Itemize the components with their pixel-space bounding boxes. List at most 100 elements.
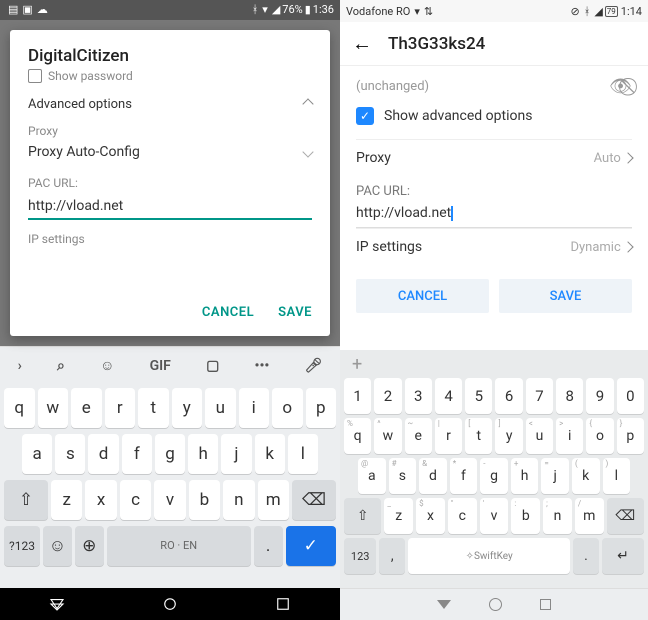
enter-key[interactable]: ↵ [602, 538, 644, 574]
symbols-key[interactable]: 123 [344, 538, 376, 574]
key-t[interactable]: t [138, 388, 169, 428]
mic-icon[interactable]: 🎤︎ [305, 358, 323, 374]
key-l[interactable]: )l [603, 458, 631, 494]
key-2[interactable]: 2 [374, 378, 401, 414]
back-nav-icon[interactable] [48, 595, 66, 613]
key-4[interactable]: 4 [435, 378, 462, 414]
key-w[interactable]: w [38, 388, 69, 428]
key-6[interactable]: 6 [495, 378, 522, 414]
recents-nav-icon[interactable] [274, 595, 292, 613]
key-f[interactable]: *f [450, 458, 478, 494]
search-icon[interactable]: ⌕ [57, 358, 65, 374]
key-5[interactable]: 5 [465, 378, 492, 414]
cancel-button[interactable]: CANCEL [202, 305, 254, 320]
checkbox-icon[interactable] [28, 69, 42, 83]
visibility-off-icon[interactable]: 👁︎⃠ [609, 76, 632, 97]
key-i[interactable]: >i [556, 418, 583, 454]
space-key[interactable]: RO · EN [107, 526, 251, 566]
home-nav-icon[interactable] [489, 598, 502, 611]
key-j[interactable]: j [221, 434, 251, 474]
key-s[interactable]: #s [389, 458, 417, 494]
key-d[interactable]: &d [419, 458, 447, 494]
period-key[interactable]: . [573, 538, 599, 574]
recents-nav-icon[interactable] [540, 599, 551, 610]
space-key[interactable]: ✧ SwiftKey [408, 538, 570, 574]
back-nav-icon[interactable] [437, 600, 451, 609]
enter-key[interactable]: ✓ [286, 526, 336, 566]
key-s[interactable]: s [55, 434, 85, 474]
key-z[interactable]: z [51, 480, 82, 520]
key-r[interactable]: |r [435, 418, 462, 454]
comma-key[interactable]: , [379, 538, 405, 574]
cancel-button[interactable]: CANCEL [356, 279, 489, 313]
backspace-key[interactable]: ⌫ [292, 480, 336, 520]
key-j[interactable]: =j [541, 458, 569, 494]
keyboard-left[interactable]: › ⌕ ☺ GIF ▢ ••• 🎤︎ qwertyuiop asdfghjkl … [0, 346, 340, 588]
checkbox-checked-icon[interactable]: ✓ [356, 107, 374, 125]
key-y[interactable]: ]y [495, 418, 522, 454]
key-q[interactable]: q [4, 388, 35, 428]
more-icon[interactable]: ••• [255, 358, 270, 374]
shift-key[interactable]: ⇧ [344, 498, 381, 534]
key-v[interactable]: v [154, 480, 185, 520]
pac-url-input[interactable]: http://vload.net [356, 203, 632, 228]
key-o[interactable]: o [272, 388, 303, 428]
key-h[interactable]: +h [511, 458, 539, 494]
key-k[interactable]: (k [572, 458, 600, 494]
key-h[interactable]: h [188, 434, 218, 474]
key-p[interactable]: }p [617, 418, 644, 454]
key-t[interactable]: [t [465, 418, 492, 454]
key-8[interactable]: 8 [556, 378, 583, 414]
plus-row[interactable]: + [344, 354, 644, 376]
key-b[interactable]: :b [511, 498, 540, 534]
key-g[interactable]: -g [480, 458, 508, 494]
key-f[interactable]: f [122, 434, 152, 474]
ip-settings-row[interactable]: IP settings Dynamic [356, 228, 632, 265]
key-3[interactable]: 3 [405, 378, 432, 414]
key-w[interactable]: ^w [374, 418, 401, 454]
key-a[interactable]: @a [358, 458, 386, 494]
period-key[interactable]: . [254, 526, 283, 566]
key-u[interactable]: <u [526, 418, 553, 454]
show-advanced-row[interactable]: ✓ Show advanced options [356, 107, 632, 125]
key-z[interactable]: _z [384, 498, 413, 534]
save-button[interactable]: SAVE [278, 305, 312, 320]
key-b[interactable]: b [189, 480, 220, 520]
key-x[interactable]: x [85, 480, 116, 520]
nav-icon[interactable]: › [18, 358, 22, 374]
key-k[interactable]: k [255, 434, 285, 474]
key-e[interactable]: ~e [405, 418, 432, 454]
key-u[interactable]: u [205, 388, 236, 428]
key-0[interactable]: 0 [617, 378, 644, 414]
key-l[interactable]: l [288, 434, 318, 474]
backspace-key[interactable]: ⌫ [607, 498, 644, 534]
sticker-icon[interactable]: ☺ [100, 357, 114, 374]
proxy-row[interactable]: Proxy Auto [356, 139, 632, 176]
key-m[interactable]: m [258, 480, 289, 520]
key-i[interactable]: i [239, 388, 270, 428]
key-q[interactable]: %q [344, 418, 371, 454]
key-r[interactable]: r [105, 388, 136, 428]
key-y[interactable]: y [172, 388, 203, 428]
gif-button[interactable]: GIF [150, 358, 171, 374]
key-x[interactable]: $x [416, 498, 445, 534]
clipboard-icon[interactable]: ▢ [206, 358, 219, 374]
proxy-select[interactable]: Proxy Auto-Config [28, 144, 312, 160]
key-n[interactable]: ;n [543, 498, 572, 534]
key-g[interactable]: g [155, 434, 185, 474]
key-o[interactable]: {o [586, 418, 613, 454]
key-c[interactable]: "c [448, 498, 477, 534]
key-c[interactable]: c [120, 480, 151, 520]
key-n[interactable]: n [223, 480, 254, 520]
keyboard-right[interactable]: + 1234567890 %q^w~e|r[t]y<u>i{o}p @a#s&d… [340, 350, 648, 588]
save-button[interactable]: SAVE [499, 279, 632, 313]
password-row[interactable]: (unchanged) 👁︎⃠ [356, 76, 632, 97]
emoji-key[interactable]: ☺ [43, 526, 72, 566]
pac-url-input[interactable] [28, 194, 312, 220]
key-p[interactable]: p [306, 388, 337, 428]
lang-key[interactable]: ⊕ [75, 526, 104, 566]
key-9[interactable]: 9 [586, 378, 613, 414]
show-password-row[interactable]: Show password [28, 68, 312, 83]
key-d[interactable]: d [88, 434, 118, 474]
symbols-key[interactable]: ?123 [4, 526, 40, 566]
